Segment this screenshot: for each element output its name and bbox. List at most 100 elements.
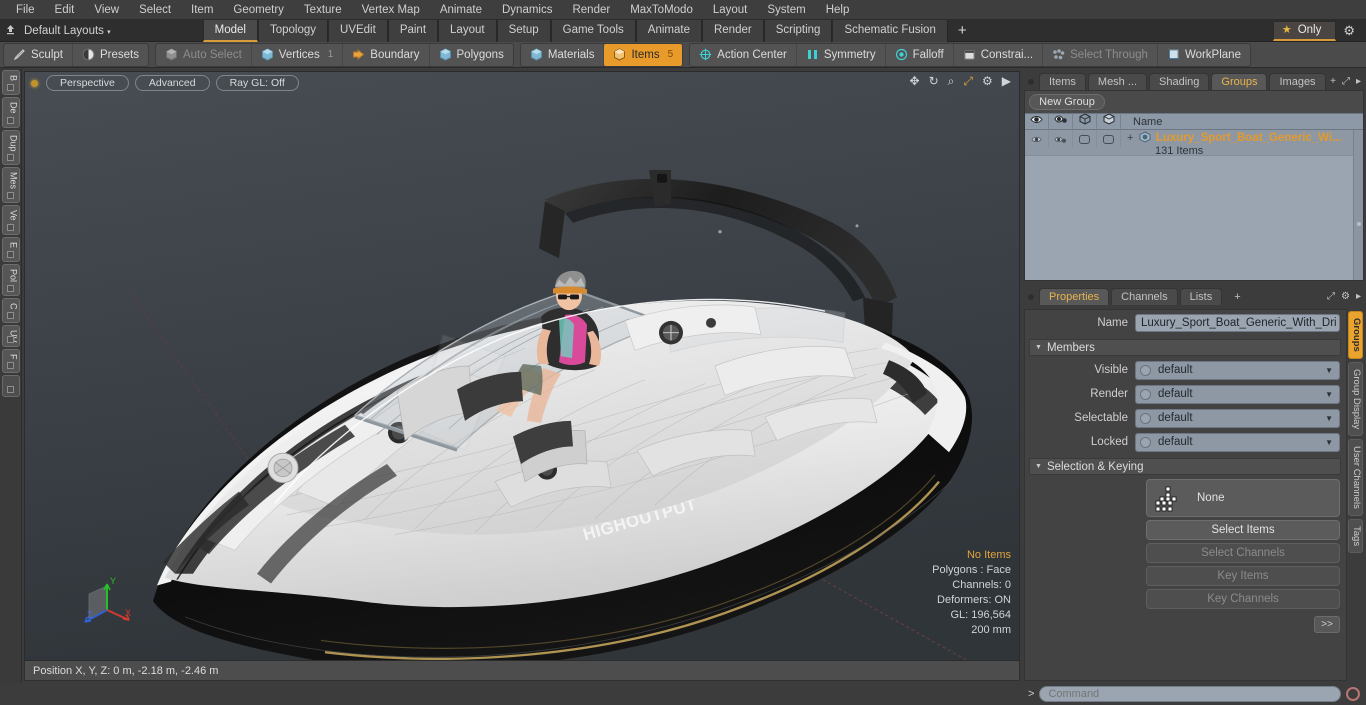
channel-dot-icon[interactable] — [1140, 412, 1151, 424]
toolbar-presets-button[interactable]: Presets — [73, 44, 148, 66]
menu-item-select[interactable]: Select — [129, 0, 181, 20]
item-tab-groups[interactable]: Groups — [1211, 73, 1268, 90]
selection-set-none-button[interactable]: None — [1146, 479, 1340, 517]
toolbar-symmetry-button[interactable]: Symmetry — [797, 43, 886, 66]
render-dropdown[interactable]: default ▼ — [1135, 384, 1340, 404]
toolbar-workplane-button[interactable]: WorkPlane — [1158, 44, 1250, 66]
table-row[interactable]: + Luxury_Sport_Boat_Generic_Wi... 131 It… — [1025, 130, 1363, 157]
menu-item-edit[interactable]: Edit — [45, 0, 85, 20]
layout-tab-render[interactable]: Render — [701, 19, 764, 42]
menu-item-vertex-map[interactable]: Vertex Map — [352, 0, 430, 20]
gear-icon[interactable]: ⚙ — [982, 75, 993, 88]
properties-add-tab-button[interactable]: + — [1224, 288, 1251, 305]
toolbar-sculpt-button[interactable]: Sculpt — [4, 43, 73, 66]
layout-tab-animate[interactable]: Animate — [635, 19, 702, 42]
move-icon[interactable]: ✥ — [910, 75, 920, 88]
right-tab-user-channels[interactable]: User Channels — [1348, 438, 1363, 516]
selection-keying-section-header[interactable]: ▼ Selection & Keying — [1029, 458, 1341, 475]
left-tab-extra[interactable] — [1, 375, 20, 398]
left-tab-deform[interactable]: De ... — [1, 97, 20, 128]
menu-item-geometry[interactable]: Geometry — [223, 0, 294, 20]
3d-viewport[interactable]: Perspective Advanced Ray GL: Off ✥ ↻ ⌕ ⤢… — [24, 71, 1020, 661]
toolbar-action-center-button[interactable]: Action Center — [690, 43, 797, 66]
menu-item-item[interactable]: Item — [181, 0, 223, 20]
select-items-button[interactable]: Select Items — [1146, 520, 1340, 540]
item-tab-items[interactable]: Items — [1039, 73, 1086, 90]
viewport-raygl-dropdown[interactable]: Ray GL: Off — [215, 75, 299, 91]
gear-icon[interactable]: ⚙ — [1341, 291, 1350, 302]
menu-item-animate[interactable]: Animate — [430, 0, 492, 20]
toolbar-constraint-button[interactable]: Constrai... — [954, 43, 1044, 66]
layout-tab-schematic-fusion[interactable]: Schematic Fusion — [832, 19, 948, 42]
groups-list-body[interactable]: + Luxury_Sport_Boat_Generic_Wi... 131 It… — [1025, 130, 1363, 280]
viewport-shading-dropdown[interactable]: Advanced — [134, 75, 210, 91]
up-arrow-icon[interactable] — [0, 24, 20, 38]
layout-tab-paint[interactable]: Paint — [387, 19, 439, 42]
left-tab-polygon[interactable]: Pol ... — [1, 263, 20, 296]
menu-item-help[interactable]: Help — [816, 0, 860, 20]
right-tab-group-display[interactable]: Group Display — [1348, 361, 1363, 436]
channel-dot-icon[interactable] — [1140, 388, 1151, 400]
more-options-button[interactable]: >> — [1314, 616, 1340, 633]
item-tab-mesh[interactable]: Mesh ... — [1087, 73, 1148, 90]
expand-icon[interactable]: ⤢ — [1327, 291, 1335, 302]
chevron-right-icon[interactable]: ▸ — [1356, 76, 1361, 87]
layout-tab-layout[interactable]: Layout — [438, 19, 497, 42]
command-input[interactable] — [1039, 686, 1341, 702]
layout-tab-game-tools[interactable]: Game Tools — [550, 19, 636, 42]
left-tab-curve[interactable]: C ... — [1, 297, 20, 324]
channel-dot-icon[interactable] — [1140, 364, 1151, 376]
toolbar-select-through-button[interactable]: Select Through — [1043, 43, 1158, 66]
add-layout-button[interactable]: + — [948, 21, 977, 41]
menu-item-layout[interactable]: Layout — [703, 0, 758, 20]
properties-tab-properties[interactable]: Properties — [1039, 288, 1110, 305]
row-lock-toggle[interactable] — [1097, 130, 1121, 147]
left-tab-vertex[interactable]: Ve ... — [1, 205, 20, 235]
toolbar-polygons-button[interactable]: Polygons — [430, 44, 513, 66]
members-section-header[interactable]: ▼ Members — [1029, 339, 1341, 356]
add-tab-button[interactable]: + — [1330, 76, 1336, 87]
layout-tab-uvedit[interactable]: UVEdit — [328, 19, 388, 42]
groups-list-scrollbar[interactable] — [1353, 130, 1363, 280]
chevron-right-icon[interactable]: ▶ — [1002, 75, 1011, 88]
fit-icon[interactable]: ⤢ — [963, 75, 973, 88]
left-tab-falloff[interactable]: F ... — [1, 348, 20, 374]
viewport-mode-dropdown[interactable]: Perspective — [46, 75, 129, 91]
row-name-cell[interactable]: + Luxury_Sport_Boat_Generic_Wi... 131 It… — [1121, 130, 1363, 157]
gear-icon[interactable]: ⚙ — [1336, 23, 1362, 39]
menu-item-texture[interactable]: Texture — [294, 0, 352, 20]
selectable-dropdown[interactable]: default ▼ — [1135, 408, 1340, 428]
toolbar-materials-button[interactable]: Materials — [521, 43, 605, 66]
menu-item-render[interactable]: Render — [562, 0, 620, 20]
right-tab-groups[interactable]: Groups — [1348, 311, 1363, 359]
properties-menu-dot-icon[interactable] — [1028, 294, 1034, 300]
layout-tab-topology[interactable]: Topology — [257, 19, 329, 42]
right-tab-tags[interactable]: Tags — [1348, 518, 1363, 553]
toolbar-boundary-button[interactable]: Boundary — [343, 43, 430, 66]
properties-tab-lists[interactable]: Lists — [1179, 288, 1223, 305]
row-visible-toggle[interactable] — [1025, 130, 1049, 147]
visible-dropdown[interactable]: default ▼ — [1135, 360, 1340, 380]
new-group-button[interactable]: New Group — [1029, 94, 1105, 110]
record-icon[interactable] — [1346, 687, 1360, 701]
toolbar-vertices-button[interactable]: Vertices 1 — [252, 43, 344, 66]
row-expander[interactable]: + — [1127, 132, 1133, 144]
menu-item-maxtomodo[interactable]: MaxToModo — [620, 0, 703, 20]
menu-item-file[interactable]: File — [6, 0, 45, 20]
layout-tab-scripting[interactable]: Scripting — [763, 19, 833, 42]
left-tab-basic[interactable]: B ... — [1, 70, 20, 96]
locked-dropdown[interactable]: default ▼ — [1135, 432, 1340, 452]
only-toggle-button[interactable]: ★ Only — [1272, 20, 1337, 41]
expand-icon[interactable]: ⤢ — [1342, 76, 1350, 87]
layout-tab-model[interactable]: Model — [202, 19, 258, 42]
panel-menu-dot-icon[interactable] — [1028, 79, 1034, 85]
left-tab-uv[interactable]: UV — [1, 325, 20, 347]
item-tab-images[interactable]: Images — [1269, 73, 1326, 90]
select-channels-button[interactable]: Select Channels — [1146, 543, 1340, 563]
left-tab-edge[interactable]: E ... — [1, 236, 20, 262]
menu-item-view[interactable]: View — [84, 0, 129, 20]
menu-item-system[interactable]: System — [757, 0, 815, 20]
row-select-toggle[interactable] — [1073, 130, 1097, 147]
default-layouts-dropdown[interactable]: Default Layouts ▾ — [20, 25, 117, 37]
key-items-button[interactable]: Key Items — [1146, 566, 1340, 586]
